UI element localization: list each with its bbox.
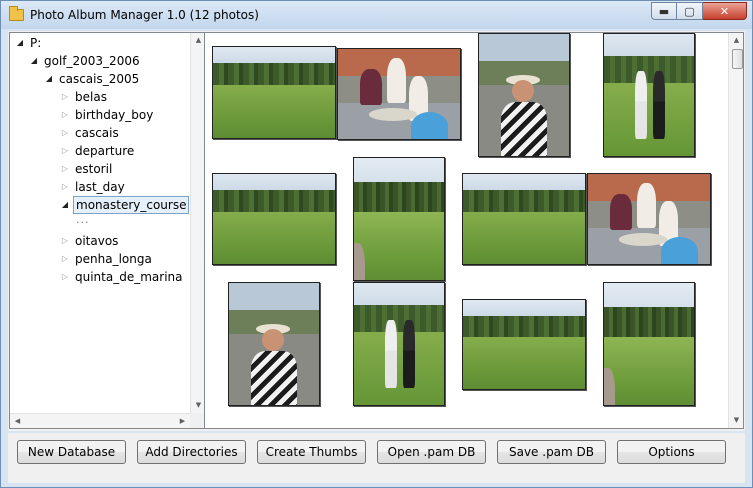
tree-vertical-scrollbar[interactable]: ▲ ▼ (190, 33, 205, 413)
button-bar: New Database Add Directories Create Thum… (8, 433, 745, 483)
scroll-down-icon[interactable]: ▼ (729, 413, 743, 428)
tree-node-label: golf_2003_2006 (44, 54, 140, 68)
minimize-button[interactable]: ▬ (651, 2, 677, 20)
expanded-arrow-icon[interactable]: ◢ (59, 196, 71, 214)
scroll-up-icon[interactable]: ▲ (729, 33, 743, 48)
tree-node-label: departure (75, 144, 135, 158)
folder-icon (9, 6, 24, 21)
tree-horizontal-scrollbar[interactable]: ◀ ▶ (10, 413, 190, 428)
create-thumbs-button[interactable]: Create Thumbs (257, 440, 366, 464)
collapsed-arrow-icon[interactable]: ▷ (59, 106, 71, 124)
open-db-button[interactable]: Open .pam DB (377, 440, 486, 464)
tree-node-label: last_day (75, 180, 125, 194)
photo-thumbnail[interactable] (603, 33, 695, 157)
collapsed-arrow-icon[interactable]: ▷ (59, 178, 71, 196)
photo-thumbnail[interactable] (212, 46, 336, 139)
minimize-icon: ▬ (658, 4, 670, 18)
tree-node-label: penha_longa (75, 252, 152, 266)
client-area: ◢ P: ◢ golf_2003_2006 ◢ cascais_2005 ▷ b… (8, 31, 745, 431)
tree-node-label: monastery_course (73, 196, 190, 214)
caption-buttons: ▬ ▢ ✕ (651, 2, 747, 20)
photo-thumbnail[interactable] (478, 33, 570, 157)
tree-node-label: belas (75, 90, 107, 104)
collapsed-arrow-icon[interactable]: ▷ (59, 160, 71, 178)
tree-node-label: cascais_2005 (59, 72, 140, 86)
tree-node-label: oitavos (75, 234, 119, 248)
photo-thumbnail[interactable] (353, 157, 445, 281)
collapsed-arrow-icon[interactable]: ▷ (59, 124, 71, 142)
gallery-vertical-scrollbar[interactable]: ▲ ▼ (728, 33, 743, 428)
photo-thumbnail[interactable] (212, 173, 336, 265)
window-title: Photo Album Manager 1.0 (12 photos) (30, 8, 259, 22)
tree-node-label: P: (30, 36, 42, 50)
title-bar[interactable]: Photo Album Manager 1.0 (12 photos) ▬ ▢ … (1, 1, 752, 29)
photo-thumbnail[interactable] (462, 173, 586, 265)
photo-gallery[interactable]: ▲ ▼ (204, 32, 744, 429)
close-icon: ✕ (719, 4, 730, 18)
options-button[interactable]: Options (617, 440, 726, 464)
tree-node-label: quinta_de_marina (75, 270, 183, 284)
scroll-left-icon[interactable]: ◀ (10, 414, 25, 428)
expanded-arrow-icon[interactable]: ◢ (43, 70, 55, 88)
tree-node-label: estoril (75, 162, 113, 176)
expanded-arrow-icon[interactable]: ◢ (14, 34, 26, 52)
collapsed-arrow-icon[interactable]: ▷ (59, 268, 71, 286)
close-button[interactable]: ✕ (703, 2, 747, 20)
tree-rows: ◢ P: ◢ golf_2003_2006 ◢ cascais_2005 ▷ b… (10, 33, 190, 413)
photo-thumbnail[interactable] (228, 282, 320, 406)
collapsed-arrow-icon[interactable]: ▷ (59, 232, 71, 250)
maximize-button[interactable]: ▢ (677, 2, 703, 20)
tree-node-label: birthday_boy (75, 108, 154, 122)
folder-tree[interactable]: ◢ P: ◢ golf_2003_2006 ◢ cascais_2005 ▷ b… (9, 32, 206, 429)
photo-thumbnail[interactable] (603, 282, 695, 406)
collapsed-arrow-icon[interactable]: ▷ (59, 142, 71, 160)
collapsed-arrow-icon[interactable]: ▷ (59, 250, 71, 268)
photo-thumbnail[interactable] (462, 299, 586, 390)
photo-thumbnail[interactable] (337, 48, 461, 140)
photo-thumbnail[interactable] (353, 282, 445, 406)
scrollbar-corner (190, 413, 205, 428)
scroll-thumb[interactable] (732, 49, 743, 69)
new-database-button[interactable]: New Database (17, 440, 126, 464)
add-directories-button[interactable]: Add Directories (137, 440, 246, 464)
scroll-right-icon[interactable]: ▶ (175, 414, 190, 428)
collapsed-arrow-icon[interactable]: ▷ (59, 88, 71, 106)
app-window: Photo Album Manager 1.0 (12 photos) ▬ ▢ … (0, 0, 753, 488)
maximize-icon: ▢ (684, 4, 695, 18)
photo-thumbnail[interactable] (587, 173, 711, 265)
save-db-button[interactable]: Save .pam DB (497, 440, 606, 464)
tree-node-label: cascais (75, 126, 119, 140)
tree-placeholder-child: ... (76, 213, 90, 226)
expanded-arrow-icon[interactable]: ◢ (28, 52, 40, 70)
